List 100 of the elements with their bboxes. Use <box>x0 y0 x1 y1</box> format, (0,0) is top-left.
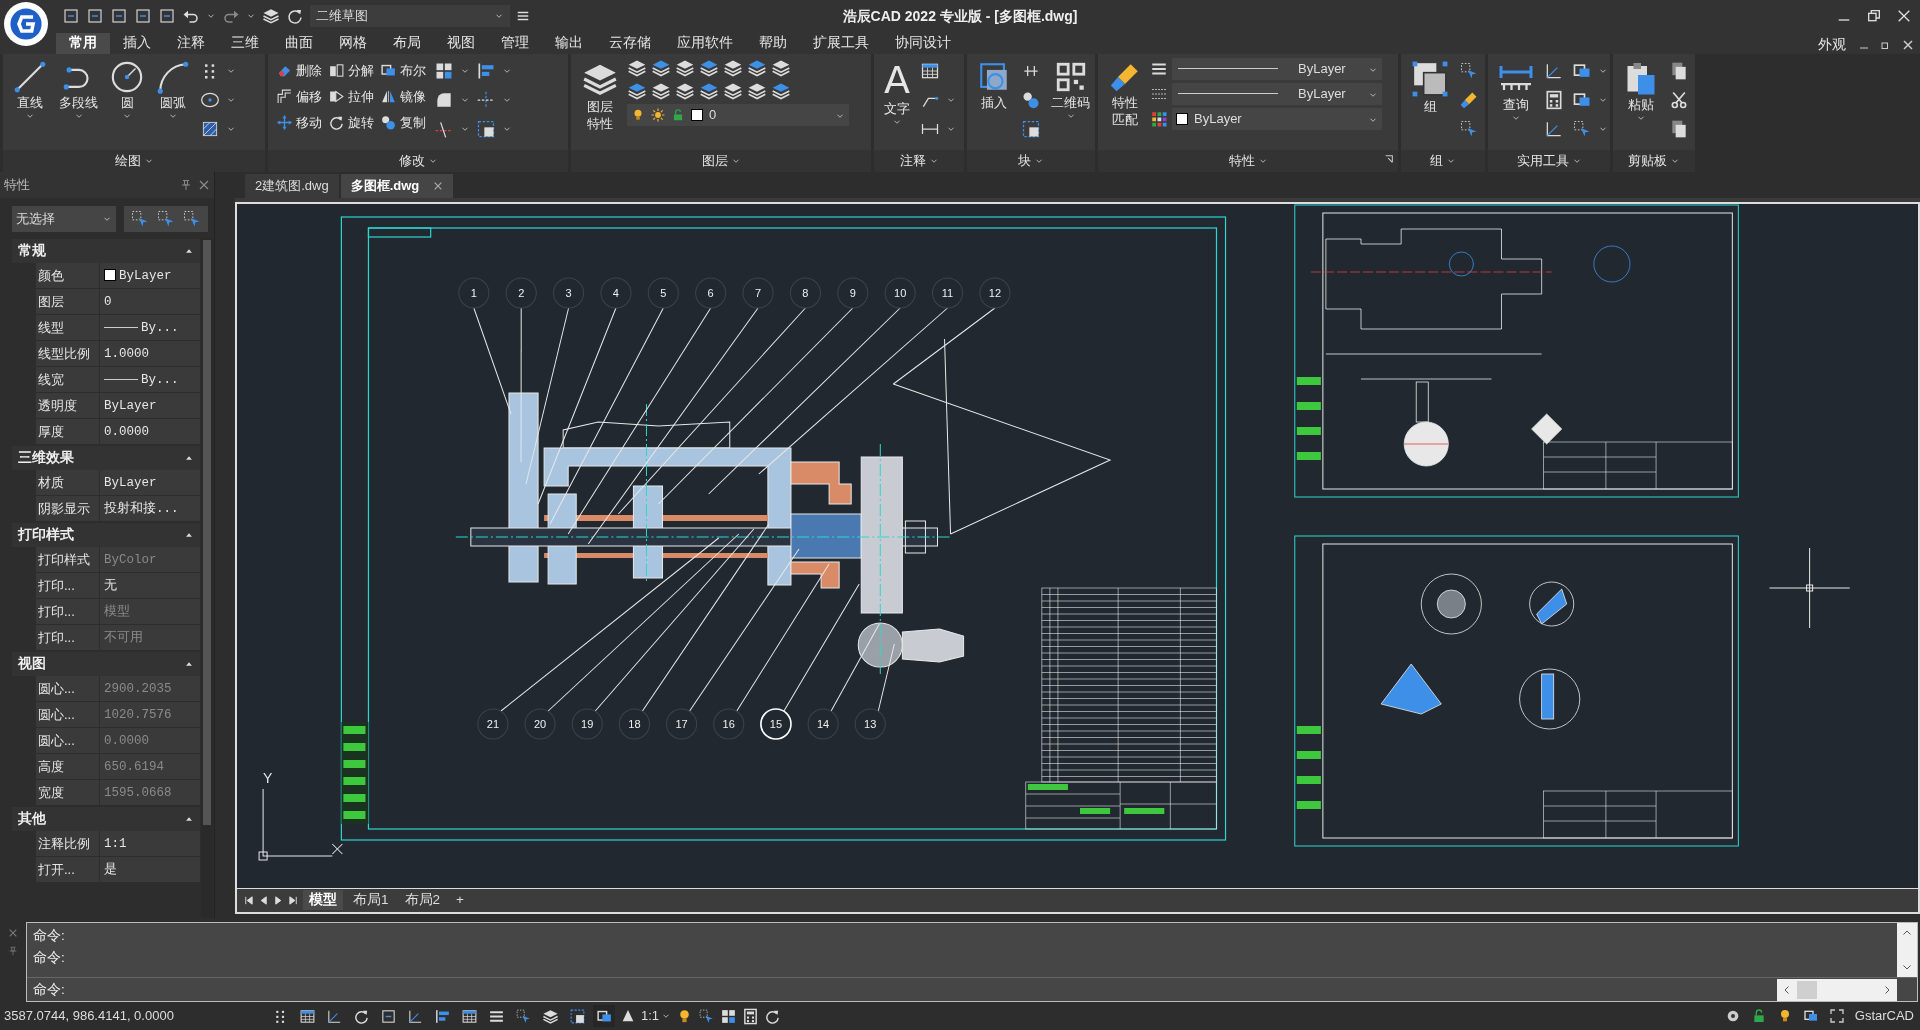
property-label: 材质 <box>36 469 100 495</box>
ribbon-tool[interactable]: 粘贴 <box>1619 57 1663 125</box>
property-value[interactable]: 1:1 <box>104 834 127 854</box>
balloon: 12 <box>979 277 1011 309</box>
section-header[interactable]: 其他 <box>12 806 200 831</box>
property-value[interactable]: 1.0000 <box>104 344 149 364</box>
ribbon-tab[interactable]: 三维 <box>218 32 272 54</box>
balloon: 14 <box>807 708 839 740</box>
ribbon-tool[interactable]: 圆 <box>106 57 148 123</box>
property-label: 打印样式 <box>36 546 100 572</box>
brand-label: GstarCAD <box>1854 1007 1914 1026</box>
property-dropdown[interactable]: ByLayer <box>1172 57 1382 80</box>
ribbon-tool[interactable]: 复制 <box>378 109 428 136</box>
ribbon-tool[interactable]: 分解 <box>326 57 376 84</box>
ribbon-tool[interactable]: 镜像 <box>378 83 428 110</box>
window-title: 浩辰CAD 2022 专业版 - [多图框.dwg] <box>842 8 1078 24</box>
drawing-canvas[interactable]: 1 2 3 4 5 6 7 8 9 10 11 12 21 20 19 18 17 16 15 14 13 Y <box>235 201 1920 888</box>
property-label: 线型 <box>36 314 100 340</box>
layout-tab[interactable]: 布局2 <box>398 890 447 911</box>
balloon: 6 <box>695 277 727 309</box>
property-label: 线宽 <box>36 366 100 392</box>
panel-title[interactable]: 绘图 <box>114 150 141 171</box>
property-value[interactable]: ByLayer <box>104 396 157 416</box>
ribbon-tab[interactable]: 云存储 <box>596 32 664 54</box>
ribbon-tab[interactable]: 布局 <box>380 32 434 54</box>
document-tab[interactable]: 多图框.dwg <box>340 173 454 198</box>
ribbon-tab[interactable]: 输出 <box>542 32 596 54</box>
balloon: 18 <box>618 708 650 740</box>
balloon: 11 <box>932 277 964 309</box>
property-label: 阴影显示 <box>36 495 100 521</box>
ribbon-tool[interactable]: 旋转 <box>326 109 376 136</box>
ribbon-tab[interactable]: 视图 <box>434 32 488 54</box>
appearance-menu[interactable]: 外观 <box>1816 35 1848 54</box>
balloon: 7 <box>742 277 774 309</box>
layer-dropdown[interactable]: 0 <box>627 103 849 126</box>
ribbon-tab[interactable]: 帮助 <box>746 32 800 54</box>
ribbon-tool[interactable]: 图层特性 <box>577 57 623 134</box>
property-label: 图层 <box>36 288 100 314</box>
section-header[interactable]: 打印样式 <box>12 522 200 547</box>
property-value[interactable]: By... <box>141 318 179 338</box>
section-header[interactable]: 常规 <box>12 238 200 263</box>
property-value[interactable]: 0.0000 <box>104 422 149 442</box>
ribbon-tool[interactable]: 多段线 <box>55 57 102 123</box>
balloon: 21 <box>477 708 509 740</box>
ribbon-tab[interactable]: 扩展工具 <box>800 32 882 54</box>
panel-title[interactable]: 块 <box>1018 150 1031 171</box>
section-header[interactable]: 视图 <box>12 651 200 676</box>
property-value[interactable]: 投射和接... <box>104 499 179 519</box>
property-label: 注释比例 <box>36 830 100 856</box>
property-value[interactable]: ByLayer <box>104 473 157 493</box>
ribbon-tab[interactable]: 曲面 <box>272 32 326 54</box>
ribbon-tool[interactable]: 插入 <box>973 57 1015 113</box>
ribbon-tool[interactable]: 删除 <box>274 57 324 84</box>
balloon: 9 <box>837 277 869 309</box>
selection-dropdown[interactable]: 无选择 <box>12 205 116 232</box>
ribbon-tab[interactable]: 应用软件 <box>664 32 746 54</box>
property-dropdown[interactable]: ByLayer <box>1172 107 1382 130</box>
property-value[interactable]: 无 <box>104 576 117 596</box>
ribbon-tab[interactable]: 插入 <box>110 32 164 54</box>
document-tab[interactable]: 2建筑图.dwg <box>245 173 339 198</box>
panel-title[interactable]: 图层 <box>701 150 728 171</box>
property-label: 颜色 <box>36 262 100 288</box>
balloon: 15 <box>760 707 792 740</box>
ribbon-tool[interactable]: 圆弧 <box>152 57 194 123</box>
ribbon-tool[interactable]: 二维码 <box>1047 57 1094 123</box>
ribbon-tab[interactable]: 管理 <box>488 32 542 54</box>
workspace-dropdown[interactable]: 二维草图 <box>310 4 510 27</box>
ribbon-tool[interactable]: A 文字 <box>880 57 914 129</box>
ribbon-tool[interactable]: 特性匹配 <box>1104 57 1146 130</box>
balloon: 1 <box>458 277 490 309</box>
balloon: 16 <box>713 708 745 740</box>
ribbon-tab[interactable]: 常用 <box>56 32 110 54</box>
ribbon-tool[interactable]: 组 <box>1407 57 1453 117</box>
annotation-scale[interactable]: 1:1 <box>641 1005 672 1027</box>
panel-title[interactable]: 组 <box>1430 150 1443 171</box>
property-dropdown[interactable]: ByLayer <box>1172 82 1382 105</box>
ribbon-tool[interactable]: 布尔 <box>378 57 428 84</box>
balloon: 17 <box>666 708 698 740</box>
ribbon-tool[interactable]: 偏移 <box>274 83 324 110</box>
layout-tab[interactable]: 模型 <box>303 890 343 911</box>
section-header[interactable]: 三维效果 <box>12 445 200 470</box>
property-value[interactable]: 是 <box>104 860 117 880</box>
property-value[interactable]: 0 <box>104 292 112 312</box>
ribbon-tool[interactable]: 查询 <box>1494 57 1538 125</box>
ribbon-tool[interactable]: 移动 <box>274 109 324 136</box>
ribbon-tool[interactable]: 拉伸 <box>326 83 376 110</box>
ribbon-tab[interactable]: 协同设计 <box>882 32 964 54</box>
panel-title[interactable]: 特性 <box>1228 150 1255 171</box>
property-value[interactable]: By... <box>141 370 179 390</box>
property-label: 打印... <box>36 624 100 650</box>
layout-tab[interactable]: + <box>450 890 470 911</box>
property-value[interactable]: ByLayer <box>119 266 172 286</box>
balloon: 10 <box>884 277 916 309</box>
ribbon-tab[interactable]: 注释 <box>164 32 218 54</box>
ribbon-tab[interactable]: 网格 <box>326 32 380 54</box>
layout-tab[interactable]: 布局1 <box>347 890 395 911</box>
property-label: 厚度 <box>36 418 100 444</box>
property-label: 打开... <box>36 856 100 882</box>
panel-title[interactable]: 修改 <box>398 150 425 171</box>
ribbon-tool[interactable]: 直线 <box>9 57 51 123</box>
